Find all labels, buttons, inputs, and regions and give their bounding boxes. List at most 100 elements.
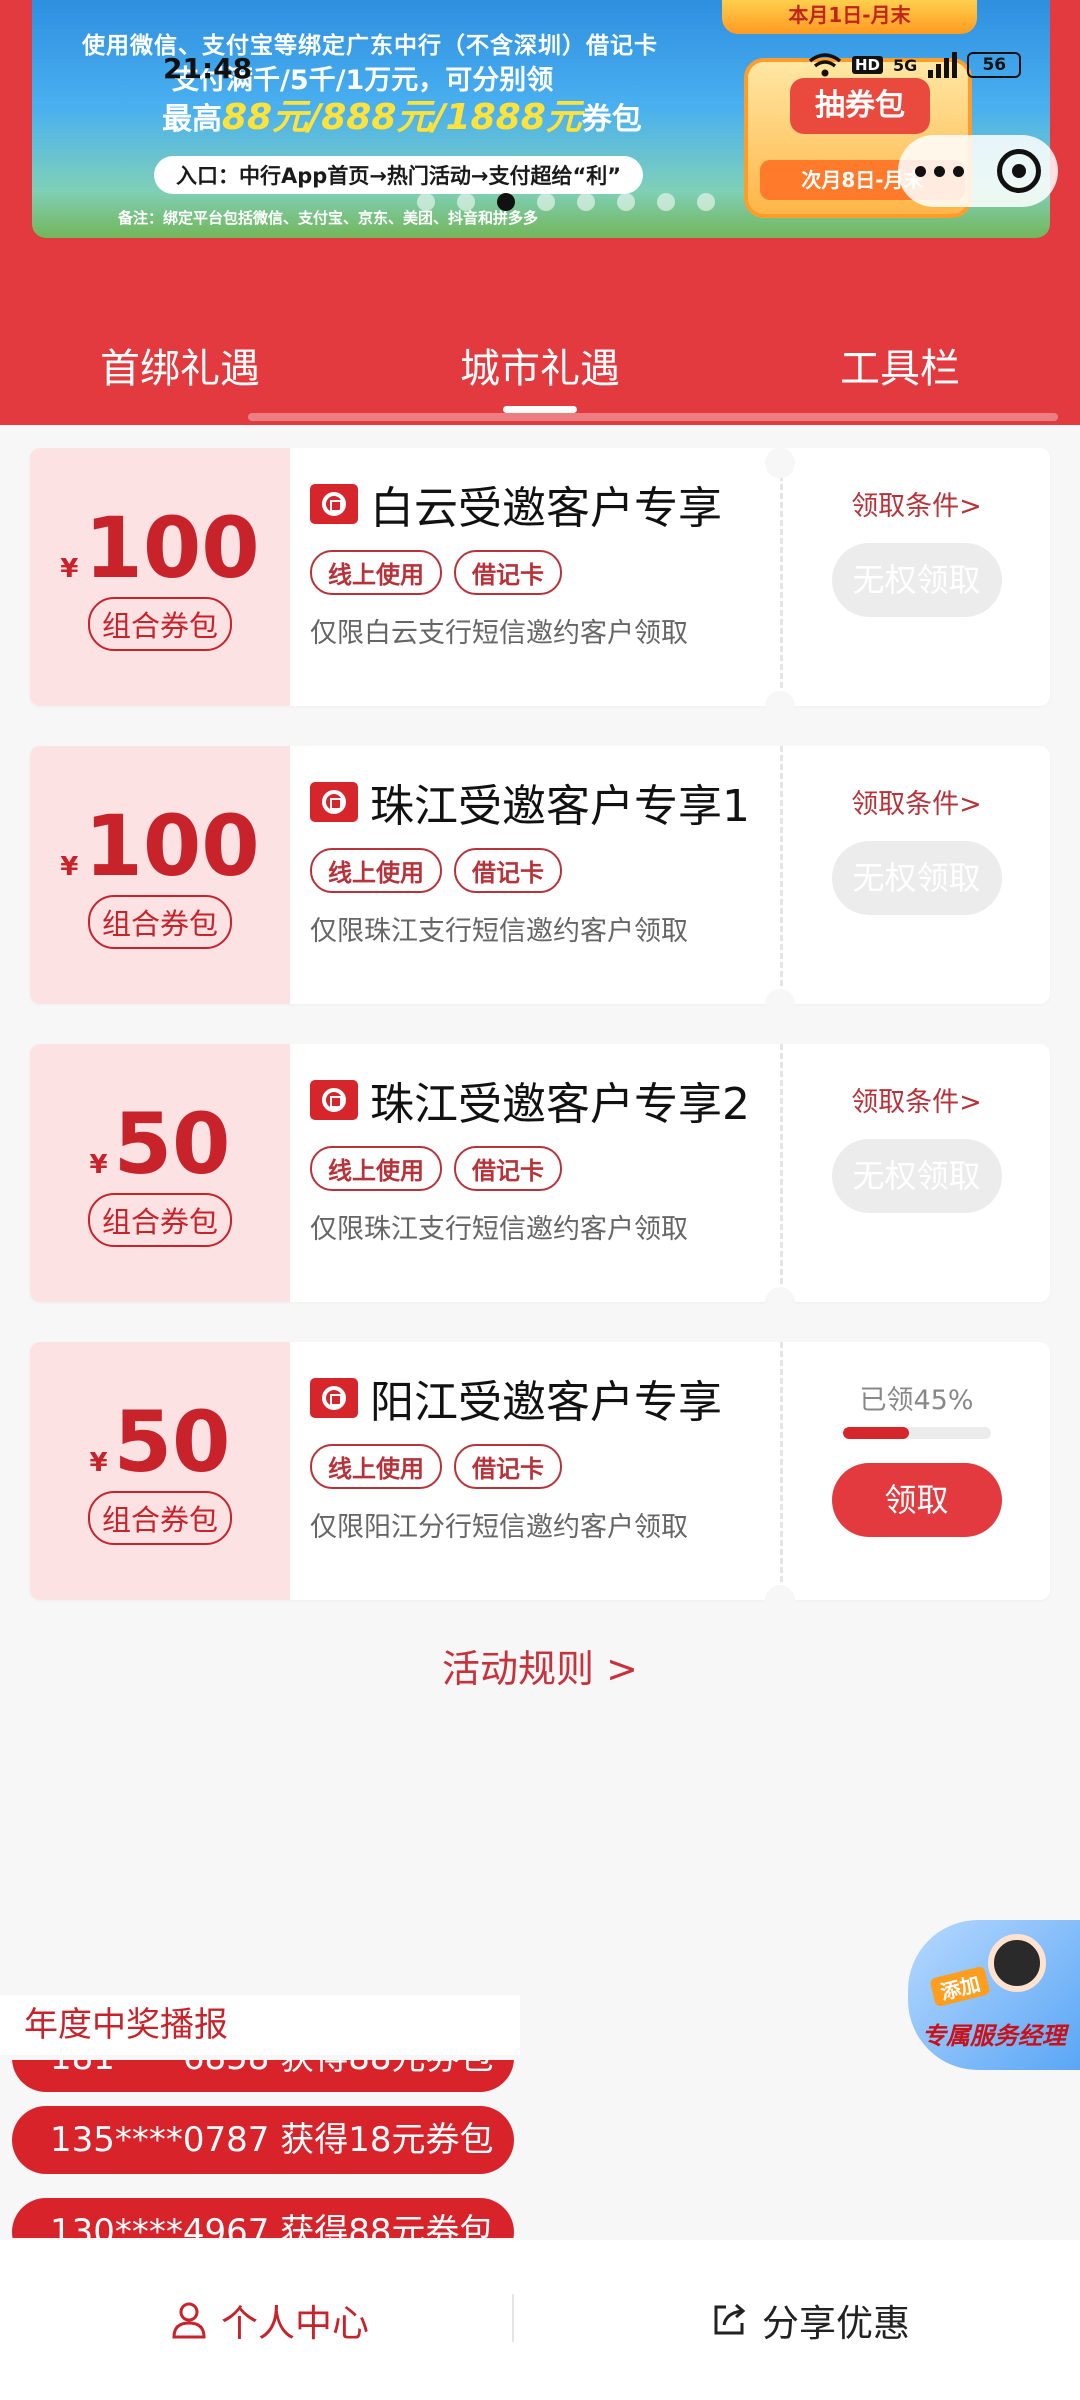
pagination-dot[interactable] — [697, 193, 715, 211]
coupon-amount-panel: ¥ 100 组合券包 — [30, 448, 290, 706]
coupon-description: 仅限白云支行短信邀约客户领取 — [310, 618, 688, 649]
service-manager-button[interactable]: 添加 专属服务经理 — [908, 1920, 1080, 2070]
claim-conditions-link[interactable]: 领取条件> — [851, 484, 982, 523]
hd-indicator: HD — [852, 56, 884, 74]
amount-value: 100 — [84, 499, 260, 597]
amount-value: 50 — [113, 1095, 231, 1193]
pagination-dot[interactable] — [577, 193, 595, 211]
tag-debit-card: 借记卡 — [454, 1146, 562, 1191]
card-notch — [765, 1287, 795, 1317]
coupon-amount-panel: ¥ 50 组合券包 — [30, 1342, 290, 1600]
status-icons: HD 5G 56 — [808, 52, 1022, 78]
card-notch — [765, 691, 795, 721]
no-permission-button[interactable]: 无权领取 — [831, 1139, 1002, 1213]
coupon-pack-label: 组合券包 — [87, 1193, 232, 1247]
currency-symbol: ¥ — [89, 1448, 108, 1478]
tag-online: 线上使用 — [310, 848, 442, 893]
coupon-amount: ¥ 100 — [60, 503, 259, 593]
currency-symbol: ¥ — [60, 554, 79, 584]
coupon-action: 领取条件> 无权领取 — [783, 448, 1050, 706]
miniprogram-capsule — [898, 135, 1058, 207]
coupon-description: 仅限珠江支行短信邀约客户领取 — [310, 916, 688, 947]
bank-logo-icon — [310, 1080, 358, 1120]
banner-line-3-suffix: 券包 — [581, 102, 642, 137]
tab-bar: 首绑礼遇 城市礼遇 工具栏 — [0, 320, 1080, 413]
draw-coupon-button[interactable]: 抽券包 — [790, 78, 930, 134]
share-offer-button[interactable]: 分享优惠 — [540, 2293, 1080, 2347]
personal-center-label: 个人中心 — [221, 2302, 369, 2345]
claim-button[interactable]: 领取 — [831, 1463, 1002, 1537]
claim-progress-fill — [842, 1427, 910, 1439]
coupon-action: 领取条件> 无权领取 — [783, 746, 1050, 1004]
tag-online: 线上使用 — [310, 1444, 442, 1489]
tab-city[interactable]: 城市礼遇 — [390, 336, 690, 413]
coupon-info: 珠江受邀客户专享2 线上使用 借记卡 仅限珠江支行短信邀约客户领取 — [290, 1044, 780, 1302]
banner-line-3: 最高88元/888元/1888元券包 — [162, 88, 642, 140]
coupon-amount: ¥ 50 — [90, 1099, 231, 1189]
pagination-dot[interactable] — [617, 193, 635, 211]
pagination-dot[interactable] — [537, 193, 555, 211]
coupon-pack-label: 组合券包 — [87, 895, 232, 949]
gift-period-top: 本月1日-月末 — [722, 0, 977, 34]
pagination-dot[interactable] — [457, 193, 475, 211]
currency-symbol: ¥ — [89, 1150, 108, 1180]
coupon-amount: ¥ 100 — [60, 801, 259, 891]
ticker-item: 130****4967 获得88元券包 — [12, 2198, 514, 2238]
tab-first-bind[interactable]: 首绑礼遇 — [30, 336, 330, 394]
pagination-dot[interactable] — [417, 193, 435, 211]
ticker-item: 181****6858 获得88元券包 — [12, 2060, 514, 2092]
pagination-dot[interactable] — [657, 193, 675, 211]
coupon-card: ¥ 100 组合券包 珠江受邀客户专享1 线上使用 借记卡 仅限珠江支行短信邀约… — [30, 746, 1050, 1004]
battery-icon: 56 — [967, 52, 1022, 78]
pagination-dot[interactable] — [497, 193, 515, 211]
no-permission-button[interactable]: 无权领取 — [831, 543, 1002, 617]
no-permission-button[interactable]: 无权领取 — [831, 841, 1002, 915]
share-icon — [714, 2303, 746, 2335]
coupon-action: 已领45% 领取 — [783, 1342, 1050, 1600]
claim-conditions-link[interactable]: 领取条件> — [851, 782, 982, 821]
personal-center-button[interactable]: 个人中心 — [0, 2293, 540, 2347]
coupon-info: 白云受邀客户专享 线上使用 借记卡 仅限白云支行短信邀约客户领取 — [290, 448, 780, 706]
more-icon[interactable] — [914, 165, 964, 177]
claim-progress-bar — [842, 1427, 991, 1439]
coupon-title: 珠江受邀客户专享2 — [370, 1079, 750, 1130]
promo-banner[interactable]: 使用微信、支付宝等绑定广东中行（不含深圳）借记卡 支付满千/5千/1万元，可分别… — [32, 0, 1050, 238]
coupon-card: ¥ 50 组合券包 阳江受邀客户专享 线上使用 借记卡 仅限阳江分行短信邀约客户… — [30, 1342, 1050, 1600]
card-divider — [780, 448, 783, 706]
tag-online: 线上使用 — [310, 550, 442, 595]
coupon-amount-panel: ¥ 100 组合券包 — [30, 746, 290, 1004]
coupon-card: ¥ 50 组合券包 珠江受邀客户专享2 线上使用 借记卡 仅限珠江支行短信邀约客… — [30, 1044, 1050, 1302]
banner-line-3-highlight: 88元/888元/1888元 — [222, 97, 582, 138]
ticker-item: 135****0787 获得18元券包 — [12, 2106, 514, 2174]
coupon-title: 白云受邀客户专享 — [370, 483, 722, 534]
coupon-card: ¥ 100 组合券包 白云受邀客户专享 线上使用 借记卡 仅限白云支行短信邀约客… — [30, 448, 1050, 706]
banner-pagination-dots[interactable] — [417, 193, 715, 211]
coupon-description: 仅限珠江支行短信邀约客户领取 — [310, 1214, 688, 1245]
tag-debit-card: 借记卡 — [454, 848, 562, 893]
coupon-title: 珠江受邀客户专享1 — [370, 781, 750, 832]
card-notch — [765, 1585, 795, 1615]
winner-ticker: 181****6858 获得88元券包 135****0787 获得18元券包 … — [12, 2060, 514, 2238]
coupon-info: 阳江受邀客户专享 线上使用 借记卡 仅限阳江分行短信邀约客户领取 — [290, 1342, 780, 1600]
coupon-action: 领取条件> 无权领取 — [783, 1044, 1050, 1302]
amount-value: 100 — [84, 797, 260, 895]
tab-toolbar[interactable]: 工具栏 — [750, 336, 1050, 394]
bank-logo-icon — [310, 782, 358, 822]
card-divider — [780, 746, 783, 1004]
claim-conditions-link[interactable]: 领取条件> — [851, 1080, 982, 1119]
tag-debit-card: 借记卡 — [454, 1444, 562, 1489]
currency-symbol: ¥ — [60, 852, 79, 882]
signal-icon — [928, 52, 958, 78]
network-indicator: 5G — [893, 55, 918, 75]
manager-avatar — [988, 1934, 1046, 1992]
add-badge: 添加 — [929, 1965, 991, 2008]
wifi-icon — [808, 53, 842, 77]
activity-rules-link[interactable]: 活动规则 > — [0, 1638, 1080, 1693]
coupon-pack-label: 组合券包 — [87, 597, 232, 651]
share-offer-label: 分享优惠 — [762, 2302, 910, 2345]
card-notch — [765, 989, 795, 1019]
tab-scroll-indicator — [248, 413, 1058, 421]
close-target-icon[interactable] — [997, 149, 1042, 193]
coupon-amount: ¥ 50 — [90, 1397, 231, 1487]
coupon-title: 阳江受邀客户专享 — [370, 1377, 722, 1428]
